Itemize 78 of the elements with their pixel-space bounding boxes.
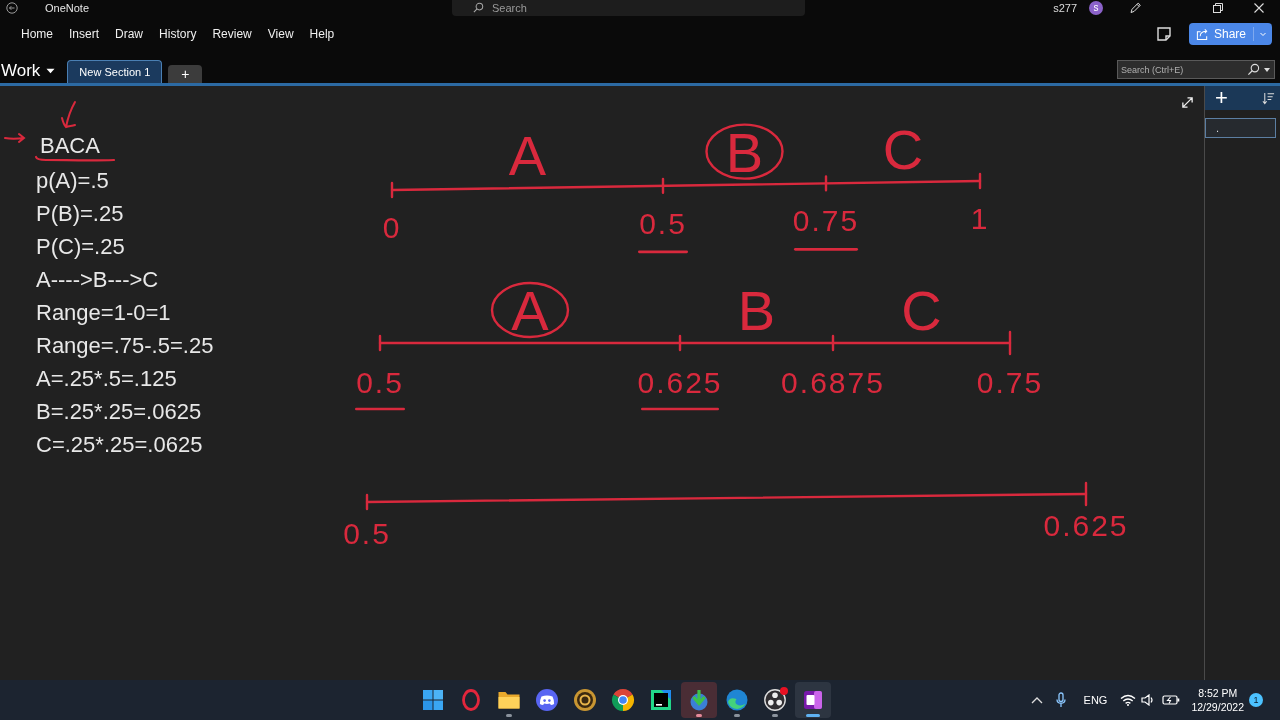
- ribbon-tab[interactable]: Draw: [107, 21, 152, 47]
- notebook-dropdown[interactable]: Work: [0, 61, 56, 83]
- notebook-tile-icon: [801, 688, 825, 712]
- restore-icon[interactable]: [1212, 2, 1224, 14]
- controller-icon: [535, 688, 559, 712]
- app-title: OneNote: [45, 2, 90, 14]
- sort-icon[interactable]: [1262, 91, 1275, 105]
- note-line: C=.25*.25=.0625: [36, 431, 203, 459]
- notification-badge[interactable]: 1: [1249, 693, 1263, 707]
- segment-label: B: [737, 279, 776, 342]
- search-field[interactable]: Search: [452, 0, 805, 16]
- page-list-item[interactable]: .: [1205, 118, 1276, 138]
- aperture-icon: [763, 688, 787, 712]
- search-field[interactable]: Search (Ctrl+E): [1117, 60, 1275, 79]
- note-line: A---->B--->C: [36, 266, 159, 294]
- ring-icon: [459, 688, 483, 712]
- share-button[interactable]: Share: [1188, 23, 1272, 45]
- ribbon-tab[interactable]: View: [259, 21, 302, 47]
- share-icon: [1195, 27, 1209, 41]
- segment-label: B: [725, 120, 764, 184]
- section-tab[interactable]: New Section 1: [67, 60, 163, 83]
- note-line: Range=.75-.5=.25: [36, 332, 214, 360]
- segment-label: C: [882, 118, 924, 182]
- note-heading: BACA: [40, 133, 100, 158]
- add-section-tab[interactable]: +: [168, 65, 203, 83]
- pinwheel-icon: [611, 688, 635, 712]
- avatar[interactable]: s: [1089, 1, 1103, 15]
- taskbar-button[interactable]: [795, 682, 831, 718]
- chevron-up-icon[interactable]: [1030, 696, 1043, 704]
- segment-label: A: [508, 123, 547, 187]
- tick-label: 1: [970, 202, 990, 235]
- battery-icon[interactable]: [1162, 694, 1181, 706]
- tick-label: 0.5: [356, 366, 404, 399]
- swirl-icon: [725, 688, 749, 712]
- note-line: B=.25*.25=.0625: [36, 398, 202, 426]
- ink-arrow-icon: [4, 132, 26, 144]
- tick-label: 0.6875: [781, 366, 885, 399]
- user-name: s277: [1053, 2, 1077, 14]
- expand-icon[interactable]: [1181, 96, 1194, 109]
- language-indicator[interactable]: ENG: [1083, 694, 1108, 706]
- note-line: P(C)=.25: [36, 233, 125, 261]
- note-line: p(A)=.5: [36, 167, 109, 195]
- clock-time[interactable]: 8:52 PM: [1198, 686, 1238, 700]
- tick-label: 0.5: [343, 517, 391, 550]
- caret-icon: [1259, 30, 1267, 38]
- caret-icon: [46, 68, 56, 74]
- note-line: P(B)=.25: [36, 200, 124, 228]
- speaker-icon[interactable]: [1141, 694, 1156, 706]
- ribbon-tab[interactable]: Review: [204, 21, 260, 47]
- note-line: Range=1-0=1: [36, 299, 171, 327]
- segment-label: A: [511, 279, 549, 342]
- back-icon[interactable]: [6, 2, 18, 14]
- clock-date[interactable]: 12/29/2022: [1191, 700, 1244, 714]
- tick-label: 0.75: [792, 204, 860, 238]
- tick-label: 0.75: [976, 366, 1044, 399]
- code-tile-icon: [649, 688, 673, 712]
- search-icon: [1247, 63, 1260, 76]
- add-page-button[interactable]: +: [1213, 87, 1230, 109]
- microphone-icon[interactable]: [1055, 692, 1066, 708]
- tick-label: 0.625: [1043, 509, 1129, 542]
- ribbon-tab[interactable]: Home: [13, 21, 61, 47]
- ribbon-tab[interactable]: History: [151, 21, 205, 47]
- note-icon[interactable]: [1155, 26, 1172, 42]
- note-line: A=.25*.5=.125: [36, 365, 177, 393]
- tick-label: 0: [382, 211, 402, 244]
- segment-label: C: [901, 279, 942, 342]
- ink-arrow-icon: [58, 100, 78, 130]
- ribbon-tab[interactable]: Insert: [61, 21, 108, 47]
- wifi-icon[interactable]: [1120, 694, 1137, 706]
- ribbon-tab[interactable]: Help: [301, 21, 343, 47]
- emblem-icon: [573, 688, 597, 712]
- tick-label: 0.625: [637, 366, 723, 399]
- tick-label: 0.5: [639, 206, 687, 240]
- search-icon: [473, 2, 484, 13]
- close-icon[interactable]: [1253, 2, 1265, 14]
- start-icon: [421, 688, 445, 712]
- caret-icon: [1264, 68, 1270, 72]
- pen-icon[interactable]: [1129, 2, 1141, 14]
